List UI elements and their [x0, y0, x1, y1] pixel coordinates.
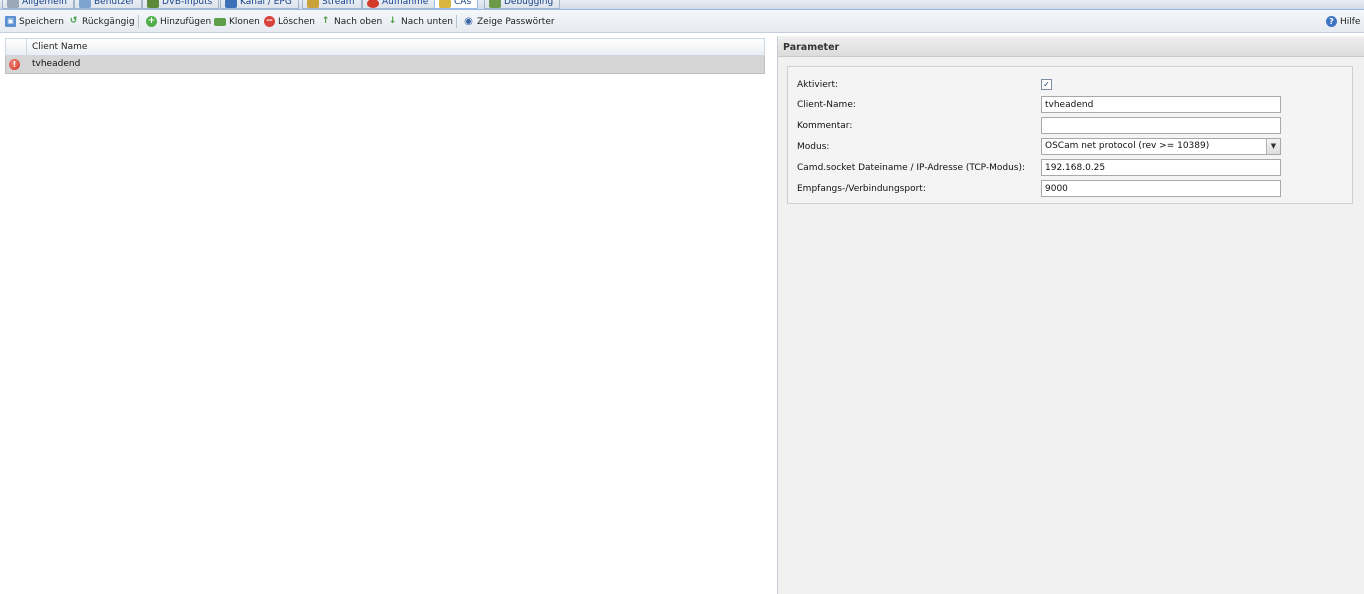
- tab-allgemein[interactable]: Allgemein: [2, 0, 74, 9]
- eye-icon: ◉: [464, 16, 473, 27]
- parameter-panel: Parameter Aktiviert: ✓ Client-Name: Komm…: [778, 36, 1364, 594]
- tab-label: Benutzer: [94, 0, 135, 7]
- row-client-name: tvheadend: [32, 59, 81, 69]
- key-icon: [439, 0, 451, 8]
- comment-label: Kommentar:: [797, 121, 853, 131]
- client-name-input[interactable]: [1041, 96, 1281, 113]
- toolbar-separator: [456, 15, 457, 28]
- clone-button[interactable]: Klonen: [214, 14, 260, 29]
- tv-icon: [147, 0, 159, 8]
- toolbar-separator: [138, 15, 139, 28]
- move-up-button[interactable]: ↑ Nach oben: [320, 14, 383, 29]
- delete-icon: −: [264, 16, 275, 27]
- clone-label: Klonen: [229, 16, 260, 27]
- wrench-icon: [7, 0, 19, 8]
- save-label: Speichern: [19, 16, 64, 27]
- port-label: Empfangs-/Verbindungsport:: [797, 184, 926, 194]
- tab-stream[interactable]: Stream: [302, 0, 362, 9]
- enabled-checkbox[interactable]: ✓: [1041, 79, 1052, 90]
- move-up-label: Nach oben: [334, 16, 383, 27]
- tab-label: Allgemein: [22, 0, 67, 7]
- add-icon: +: [146, 16, 157, 27]
- mode-select[interactable]: OSCam net protocol (rev >= 10389) ▼: [1041, 138, 1281, 155]
- chevron-down-icon[interactable]: ▼: [1266, 139, 1280, 154]
- move-down-label: Nach unten: [401, 16, 453, 27]
- mode-label: Modus:: [797, 142, 830, 152]
- tab-kanal-epg[interactable]: Kanal / EPG: [220, 0, 299, 9]
- tab-debugging[interactable]: Debugging: [484, 0, 561, 9]
- undo-label: Rückgängig: [82, 16, 135, 27]
- show-passwords-button[interactable]: ◉ Zeige Passwörter: [463, 14, 555, 29]
- arrow-up-icon: ↑: [321, 16, 330, 26]
- panel-title: Parameter: [778, 38, 1364, 57]
- tab-cas[interactable]: CAs: [434, 0, 479, 9]
- clone-icon: [214, 17, 226, 26]
- save-button[interactable]: ▣ Speichern: [5, 14, 64, 29]
- save-icon: ▣: [5, 16, 16, 27]
- tab-label: Debugging: [504, 0, 554, 7]
- record-icon: [367, 0, 379, 8]
- tab-label: Kanal / EPG: [240, 0, 292, 7]
- undo-icon: ↺: [69, 16, 78, 26]
- parameter-form: Aktiviert: ✓ Client-Name: Kommentar: Mod…: [787, 66, 1353, 204]
- delete-label: Löschen: [278, 16, 315, 27]
- bug-icon: [489, 0, 501, 8]
- tab-dvb-inputs[interactable]: DVB-Inputs: [142, 0, 220, 9]
- main-tab-strip: Allgemein Benutzer DVB-Inputs Kanal / EP…: [0, 0, 1364, 10]
- delete-button[interactable]: − Löschen: [264, 14, 315, 29]
- enabled-label: Aktiviert:: [797, 80, 839, 90]
- undo-button[interactable]: ↺ Rückgängig: [68, 14, 135, 29]
- socket-input[interactable]: [1041, 159, 1281, 176]
- grid-header: Client Name: [5, 38, 765, 56]
- users-icon: [79, 0, 91, 8]
- column-header-client-name[interactable]: Client Name: [32, 42, 87, 52]
- help-icon: ?: [1326, 16, 1337, 27]
- help-button[interactable]: ? Hilfe: [1326, 14, 1360, 29]
- tab-label: CAs: [454, 0, 472, 7]
- tab-label: DVB-Inputs: [162, 0, 213, 7]
- socket-label: Camd.socket Dateiname / IP-Adresse (TCP-…: [797, 163, 1026, 173]
- move-down-button[interactable]: ↓ Nach unten: [387, 14, 453, 29]
- grid-header-select-column[interactable]: [6, 39, 27, 55]
- client-grid-panel: Client Name ! tvheadend: [0, 36, 778, 594]
- tab-benutzer[interactable]: Benutzer: [74, 0, 142, 9]
- tab-label: Aufnahme: [382, 0, 429, 7]
- comment-input[interactable]: [1041, 117, 1281, 134]
- tab-aufnahme[interactable]: Aufnahme: [362, 0, 436, 9]
- arrow-down-icon: ↓: [388, 16, 397, 26]
- stream-icon: [307, 0, 319, 8]
- help-label: Hilfe: [1340, 16, 1361, 27]
- add-button[interactable]: + Hinzufügen: [146, 14, 211, 29]
- port-input[interactable]: [1041, 180, 1281, 197]
- add-label: Hinzufügen: [160, 16, 212, 27]
- list-icon: [225, 0, 237, 8]
- error-icon: !: [9, 59, 20, 70]
- tab-label: Stream: [322, 0, 355, 7]
- show-passwords-label: Zeige Passwörter: [477, 16, 555, 27]
- client-name-label: Client-Name:: [797, 100, 856, 110]
- toolbar: ▣ Speichern ↺ Rückgängig + Hinzufügen Kl…: [0, 10, 1364, 33]
- mode-selected-value: OSCam net protocol (rev >= 10389): [1045, 141, 1210, 151]
- table-row[interactable]: ! tvheadend: [5, 56, 765, 74]
